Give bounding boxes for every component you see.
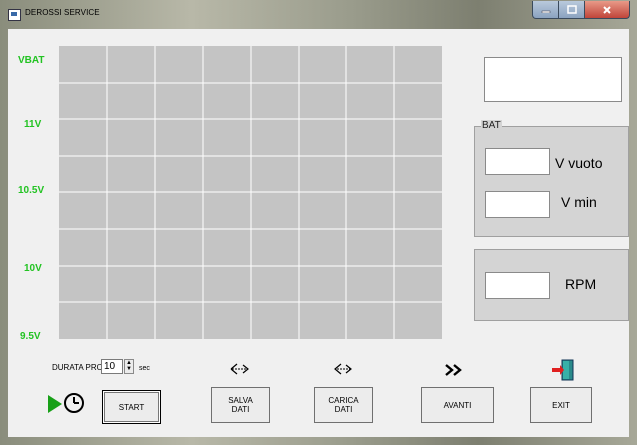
- duration-input[interactable]: 10: [101, 359, 123, 374]
- maximize-button[interactable]: [559, 1, 585, 19]
- spin-down-icon[interactable]: ▼: [125, 366, 133, 372]
- close-button[interactable]: [585, 1, 630, 19]
- duration-spinner[interactable]: ▲ ▼: [124, 359, 134, 374]
- v-min-field[interactable]: [485, 191, 550, 218]
- app-window: DEROSSI SERVICE VBAT 11V 10.5V 10V 9.5V: [0, 0, 637, 445]
- axis-label-10v: 10V: [24, 263, 42, 274]
- axis-label-9-5v: 9.5V: [20, 331, 41, 342]
- rpm-label: RPM: [565, 276, 597, 292]
- start-button[interactable]: START: [102, 390, 161, 424]
- bat-group: BAT: [474, 120, 629, 237]
- rpm-field[interactable]: [485, 272, 550, 299]
- salva-dati-button[interactable]: SALVA DATI: [211, 387, 270, 423]
- voltage-graph: [59, 46, 442, 339]
- v-vuoto-label: V vuoto: [555, 155, 603, 171]
- carica-dati-button[interactable]: CARICA DATI: [314, 387, 373, 423]
- window-title: DEROSSI SERVICE: [25, 8, 100, 17]
- clock-play-icon: [48, 393, 84, 413]
- exit-door-icon: [552, 359, 574, 381]
- v-vuoto-field[interactable]: [485, 148, 550, 175]
- display-box: [484, 57, 622, 102]
- bat-group-label: BAT: [481, 120, 502, 131]
- exit-button[interactable]: EXIT: [530, 387, 592, 423]
- arrow-in-icon: [334, 363, 352, 375]
- title-bar[interactable]: DEROSSI SERVICE: [0, 0, 637, 28]
- duration-unit: sec: [139, 365, 150, 372]
- axis-label-10-5v: 10.5V: [18, 185, 45, 196]
- v-min-label: V min: [561, 194, 597, 210]
- avanti-button[interactable]: AVANTI: [421, 387, 494, 423]
- axis-label-11v: 11V: [24, 119, 42, 130]
- double-chevron-icon: [445, 364, 462, 376]
- arrow-out-icon: [230, 363, 249, 375]
- app-icon: [8, 9, 21, 21]
- graph-gridlines: [59, 46, 442, 339]
- minimize-button[interactable]: [532, 1, 559, 19]
- axis-label-vbat: VBAT: [18, 55, 45, 66]
